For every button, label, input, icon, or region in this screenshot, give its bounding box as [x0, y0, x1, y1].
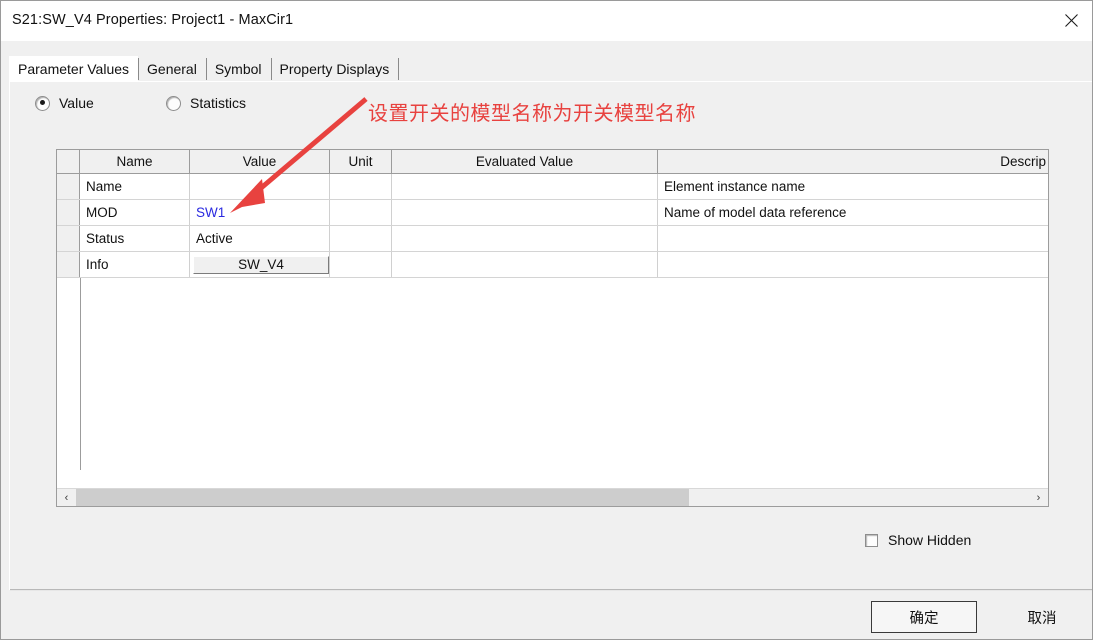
annotation-text: 设置开关的模型名称为开关模型名称	[368, 101, 696, 125]
tab-label: Symbol	[214, 61, 262, 77]
show-hidden-checkbox[interactable]: Show Hidden	[865, 532, 971, 548]
cell-value[interactable]: Active	[190, 226, 330, 251]
close-icon[interactable]	[1048, 1, 1092, 40]
grid-empty-area[interactable]	[57, 278, 1048, 470]
radio-statistics-label: Statistics	[190, 95, 247, 111]
grid-header-value[interactable]: Value	[190, 150, 330, 173]
window-title: S21:SW_V4 Properties: Project1 - MaxCir1	[12, 12, 294, 28]
radio-value[interactable]: Value	[35, 95, 94, 111]
radio-on-icon	[35, 95, 50, 111]
tab-label: Parameter Values	[18, 61, 130, 77]
tab-label: Property Displays	[279, 61, 390, 77]
scroll-left-icon[interactable]: ‹	[57, 489, 76, 506]
cell-unit[interactable]	[330, 252, 392, 277]
title-bar: S21:SW_V4 Properties: Project1 - MaxCir1	[1, 1, 1092, 41]
grid-header-unit[interactable]: Unit	[330, 150, 392, 173]
radio-off-icon	[166, 95, 181, 111]
cell-unit[interactable]	[330, 174, 392, 199]
cell-name[interactable]: MOD	[80, 200, 190, 225]
scroll-right-icon[interactable]: ›	[1029, 489, 1048, 506]
scrollbar-thumb[interactable]	[76, 489, 689, 506]
row-selector[interactable]	[57, 226, 80, 251]
table-row[interactable]: Name Element instance name	[57, 174, 1048, 200]
grid-header-row: Name Value Unit Evaluated Value Descrip	[57, 150, 1048, 174]
properties-dialog-window: S21:SW_V4 Properties: Project1 - MaxCir1…	[0, 0, 1093, 640]
radio-value-label: Value	[59, 95, 94, 111]
horizontal-scrollbar[interactable]: ‹ ›	[57, 488, 1048, 506]
grid-header-gutter[interactable]	[57, 150, 80, 173]
tab-symbol[interactable]: Symbol	[205, 56, 271, 82]
tab-divider	[398, 58, 400, 80]
cell-description[interactable]	[658, 252, 1048, 277]
tab-parameter-values[interactable]: Parameter Values	[9, 56, 139, 82]
checkbox-unchecked-icon	[865, 533, 878, 547]
radio-statistics[interactable]: Statistics	[166, 95, 246, 111]
grid-header-evaluated-value[interactable]: Evaluated Value	[392, 150, 658, 173]
cell-evaluated-value[interactable]	[392, 174, 658, 199]
cell-description[interactable]	[658, 226, 1048, 251]
tab-property-displays[interactable]: Property Displays	[270, 56, 399, 82]
parameter-grid: Name Value Unit Evaluated Value Descrip …	[56, 149, 1049, 507]
info-value-button[interactable]: SW_V4	[193, 255, 329, 274]
cell-description[interactable]: Element instance name	[658, 174, 1048, 199]
cell-evaluated-value[interactable]	[392, 200, 658, 225]
table-row[interactable]: Info SW_V4	[57, 252, 1048, 278]
cell-evaluated-value[interactable]	[392, 226, 658, 251]
row-selector[interactable]	[57, 200, 80, 225]
cancel-button[interactable]: 取消	[989, 601, 1092, 633]
tab-label: General	[147, 61, 197, 77]
footer-divider	[10, 589, 1092, 591]
cell-name[interactable]: Name	[80, 174, 190, 199]
cell-value[interactable]: SW_V4	[190, 252, 330, 277]
show-hidden-label: Show Hidden	[888, 532, 972, 548]
ok-button[interactable]: 确定	[871, 601, 977, 633]
cell-unit[interactable]	[330, 226, 392, 251]
scrollbar-track[interactable]	[76, 489, 1029, 506]
row-selector[interactable]	[57, 174, 80, 199]
grid-header-name[interactable]: Name	[80, 150, 190, 173]
grid-header-description[interactable]: Descrip	[658, 150, 1048, 173]
cell-evaluated-value[interactable]	[392, 252, 658, 277]
cell-value[interactable]	[190, 174, 330, 199]
tab-strip: Parameter Values General Symbol Property…	[9, 55, 1092, 82]
table-row[interactable]: Status Active	[57, 226, 1048, 252]
cell-unit[interactable]	[330, 200, 392, 225]
tab-general[interactable]: General	[138, 56, 206, 82]
row-selector[interactable]	[57, 252, 80, 277]
cell-name[interactable]: Info	[80, 252, 190, 277]
cell-name[interactable]: Status	[80, 226, 190, 251]
table-row[interactable]: MOD SW1 Name of model data reference	[57, 200, 1048, 226]
cell-value[interactable]: SW1	[190, 200, 330, 225]
cell-description[interactable]: Name of model data reference	[658, 200, 1048, 225]
